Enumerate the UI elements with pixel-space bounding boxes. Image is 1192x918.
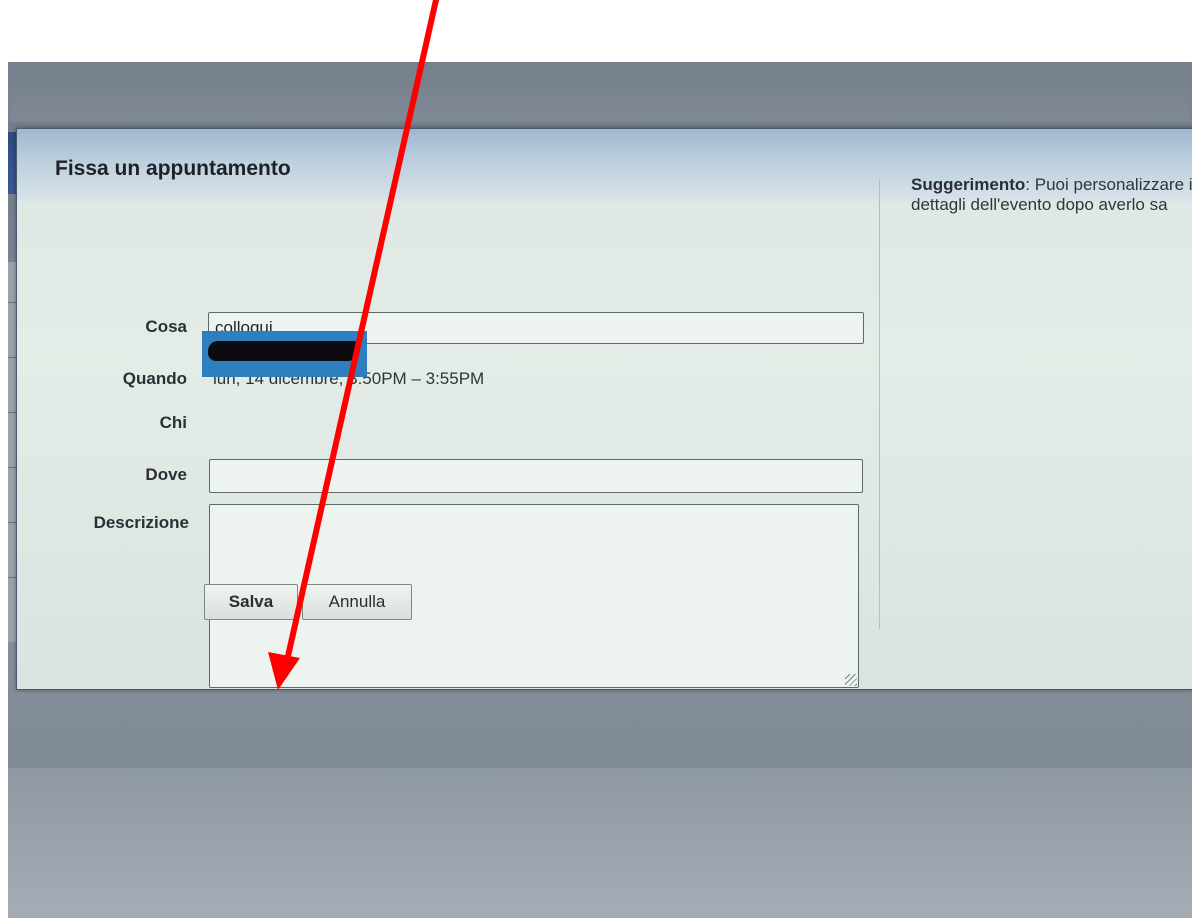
chi-value-redacted	[202, 331, 367, 377]
descrizione-label: Descrizione	[93, 513, 189, 532]
tip-heading: Suggerimento	[911, 175, 1026, 194]
dialog-separator	[879, 179, 880, 629]
background-below-dialog	[8, 768, 1192, 918]
resize-grip-icon[interactable]	[845, 674, 857, 686]
dove-label: Dove	[145, 465, 187, 484]
blurred-background-text	[8, 62, 1192, 122]
chi-label: Chi	[159, 413, 187, 432]
dialog-title: Fissa un appuntamento	[55, 157, 291, 180]
tip-panel: Suggerimento: Puoi personalizzare i dett…	[911, 175, 1192, 215]
cancel-button[interactable]: Annulla	[302, 584, 412, 620]
cosa-label: Cosa	[145, 317, 187, 336]
redaction-mark	[208, 341, 360, 361]
appointment-dialog: Fissa un appuntamento Cosa Quando lun, 1…	[16, 128, 1192, 690]
dove-input[interactable]	[209, 459, 863, 493]
save-button[interactable]: Salva	[204, 584, 298, 620]
quando-label: Quando	[122, 369, 187, 388]
